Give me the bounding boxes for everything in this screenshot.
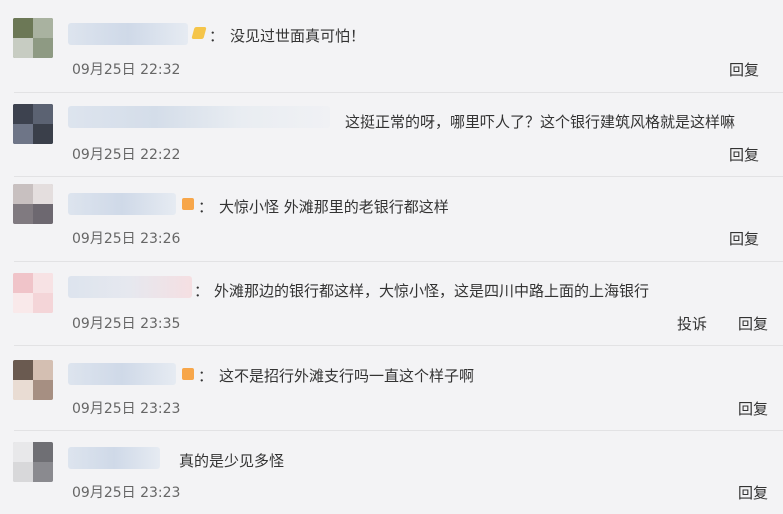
vip-badge-icon [191, 27, 207, 39]
comment-time: 09月25日 23:23 [72, 401, 181, 417]
avatar[interactable] [13, 18, 53, 58]
avatar[interactable] [13, 104, 53, 144]
comment-item: ： 这不是招行外滩支行吗一直这个样子啊 09月25日 23:23 回复 [0, 345, 783, 429]
comment-text: 大惊小怪 外滩那里的老银行都这样 [219, 198, 449, 216]
comment-item: 这挺正常的呀，哪里吓人了？这个银行建筑风格就是这样嘛 09月25日 22:22 … [0, 92, 783, 176]
comment-item: ： 外滩那边的银行都这样，大惊小怪，这是四川中路上面的上海银行 09月25日 2… [0, 261, 783, 345]
reply-button[interactable]: 回复 [738, 398, 768, 419]
colon: ： [198, 198, 214, 216]
comment-time: 09月25日 23:23 [72, 485, 181, 501]
username-blurred[interactable] [68, 106, 330, 128]
username-blurred[interactable] [68, 193, 176, 215]
avatar[interactable] [13, 360, 53, 400]
reply-button[interactable]: 回复 [729, 144, 759, 165]
report-button[interactable]: 投诉 [677, 313, 707, 334]
reply-button[interactable]: 回复 [738, 313, 768, 334]
colon: ： [194, 282, 210, 300]
avatar[interactable] [13, 273, 53, 313]
vip-badge-icon [182, 198, 194, 210]
avatar[interactable] [13, 184, 53, 224]
username-blurred[interactable] [68, 276, 192, 298]
comment-text: 这挺正常的呀，哪里吓人了？这个银行建筑风格就是这样嘛 [345, 113, 736, 131]
reply-button[interactable]: 回复 [729, 228, 759, 249]
username-blurred[interactable] [68, 363, 176, 385]
comment-time: 09月25日 23:35 [72, 316, 181, 332]
vip-badge-icon [182, 368, 194, 380]
comment-item: ： 没见过世面真可怕！ 09月25日 22:32 回复 [0, 0, 783, 84]
colon: ： [198, 367, 214, 385]
reply-button[interactable]: 回复 [738, 482, 768, 503]
avatar[interactable] [13, 442, 53, 482]
comment-text: 没见过世面真可怕！ [230, 27, 366, 45]
comment-time: 09月25日 23:26 [72, 231, 181, 247]
comment-item: ： 大惊小怪 外滩那里的老银行都这样 09月25日 23:26 回复 [0, 176, 783, 260]
comment-text: 外滩那边的银行都这样，大惊小怪，这是四川中路上面的上海银行 [214, 282, 650, 300]
comment-text: 真的是少见多怪 [179, 452, 285, 470]
comment-item: 真的是少见多怪 09月25日 23:23 回复 [0, 430, 783, 514]
username-blurred[interactable] [68, 447, 160, 469]
reply-button[interactable]: 回复 [729, 59, 759, 80]
username-blurred[interactable] [68, 23, 188, 45]
colon: ： [209, 27, 225, 45]
comment-time: 09月25日 22:22 [72, 147, 181, 163]
comment-text: 这不是招行外滩支行吗一直这个样子啊 [219, 367, 475, 385]
comment-time: 09月25日 22:32 [72, 62, 181, 78]
